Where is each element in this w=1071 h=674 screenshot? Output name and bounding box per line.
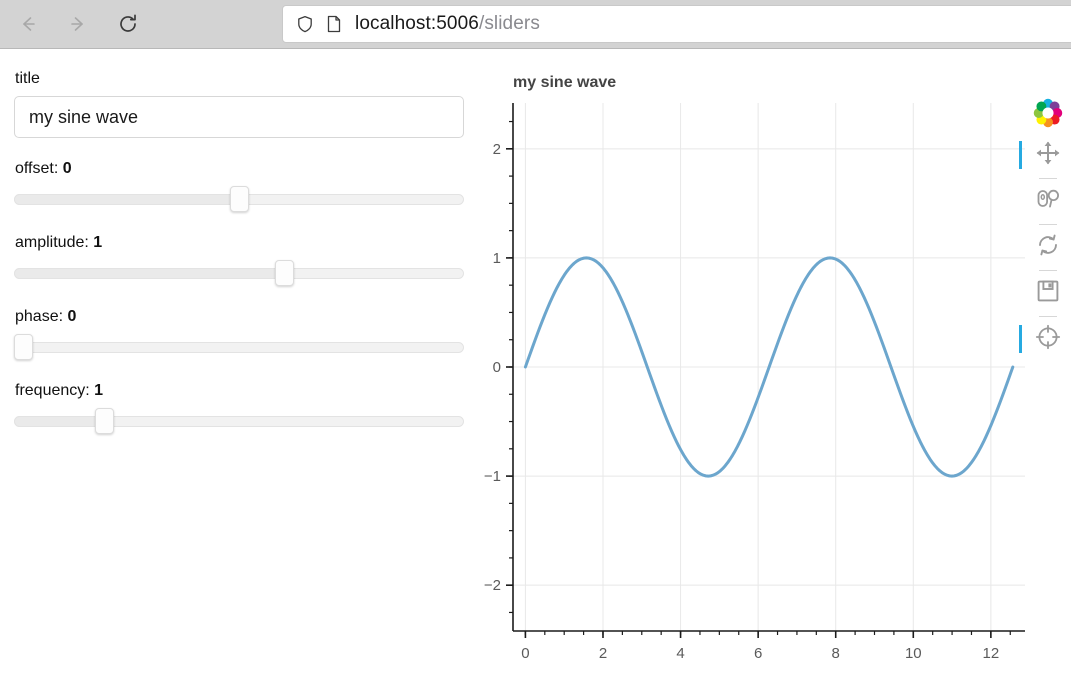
chart-panel: my sine wave 024681012210−1−2 xyxy=(466,49,1071,674)
slider-group-amplitude: amplitude: 1 xyxy=(14,233,466,286)
frequency-slider-label: frequency: 1 xyxy=(15,381,466,401)
slider-group-frequency: frequency: 1 xyxy=(14,381,466,434)
phase-slider-label: phase: 0 xyxy=(15,307,466,327)
phase-slider-track[interactable] xyxy=(14,342,464,353)
amplitude-slider-handle[interactable] xyxy=(275,260,294,286)
slider-group-phase: phase: 0 xyxy=(14,307,466,360)
crosshair-target-icon xyxy=(1035,324,1061,355)
phase-slider[interactable] xyxy=(14,334,464,360)
offset-slider-handle[interactable] xyxy=(230,186,249,212)
reset-tool[interactable] xyxy=(1033,232,1063,262)
shield-icon xyxy=(295,14,315,34)
url-text: localhost:5006/sliders xyxy=(355,13,540,35)
amplitude-slider-fill xyxy=(14,268,284,279)
frequency-slider-handle[interactable] xyxy=(95,408,114,434)
wheel-zoom-tool[interactable] xyxy=(1033,186,1063,216)
toolbar-separator xyxy=(1039,178,1057,179)
floppy-disk-save-icon xyxy=(1035,278,1061,309)
page-document-icon xyxy=(325,14,343,34)
arrow-right-icon xyxy=(67,13,89,35)
amplitude-slider-label: amplitude: 1 xyxy=(15,233,466,253)
svg-text:10: 10 xyxy=(905,645,922,662)
url-host: localhost:5006 xyxy=(355,13,479,34)
reset-circular-arrows-icon xyxy=(1035,232,1061,263)
svg-text:−1: −1 xyxy=(484,468,501,485)
offset-slider-value: 0 xyxy=(63,160,72,177)
title-field-label: title xyxy=(15,69,466,89)
controls-panel: title offset: 0 amplitude: 1 xyxy=(14,69,466,434)
svg-text:2: 2 xyxy=(599,645,607,662)
slider-group-offset: offset: 0 xyxy=(14,159,466,212)
svg-text:−2: −2 xyxy=(484,577,501,594)
bokeh-toolbar xyxy=(1026,94,1070,384)
toolbar-separator xyxy=(1039,270,1057,271)
frequency-slider-label-prefix: frequency: xyxy=(15,382,94,399)
amplitude-slider[interactable] xyxy=(14,260,464,286)
toolbar-separator xyxy=(1039,224,1057,225)
offset-slider[interactable] xyxy=(14,186,464,212)
wheel-zoom-icon xyxy=(1035,186,1061,217)
svg-text:2: 2 xyxy=(493,141,501,158)
svg-text:0: 0 xyxy=(521,645,529,662)
pan-tool[interactable] xyxy=(1033,140,1063,170)
title-input[interactable] xyxy=(14,96,464,138)
svg-text:0: 0 xyxy=(493,359,501,376)
svg-text:12: 12 xyxy=(983,645,1000,662)
hover-tool[interactable] xyxy=(1033,324,1063,354)
frequency-slider[interactable] xyxy=(14,408,464,434)
phase-slider-value: 0 xyxy=(67,308,76,325)
save-tool[interactable] xyxy=(1033,278,1063,308)
offset-slider-label-prefix: offset: xyxy=(15,160,63,177)
svg-text:6: 6 xyxy=(754,645,762,662)
offset-slider-label: offset: 0 xyxy=(15,159,466,179)
amplitude-slider-value: 1 xyxy=(93,234,102,251)
url-path: /sliders xyxy=(479,13,540,34)
svg-text:1: 1 xyxy=(493,250,501,267)
reload-icon xyxy=(116,12,140,36)
bokeh-logo-icon[interactable] xyxy=(1033,98,1063,128)
url-bar[interactable]: localhost:5006/sliders xyxy=(282,5,1071,43)
sine-wave-plot[interactable]: 024681012210−1−2 xyxy=(466,49,1071,674)
svg-text:8: 8 xyxy=(832,645,840,662)
reload-button[interactable] xyxy=(108,4,148,44)
arrow-left-icon xyxy=(17,13,39,35)
svg-text:4: 4 xyxy=(676,645,684,662)
phase-slider-label-prefix: phase: xyxy=(15,308,67,325)
back-button[interactable] xyxy=(8,4,48,44)
phase-slider-handle[interactable] xyxy=(14,334,33,360)
frequency-slider-value: 1 xyxy=(94,382,103,399)
toolbar-separator xyxy=(1039,316,1057,317)
frequency-slider-fill xyxy=(14,416,104,427)
offset-slider-fill xyxy=(14,194,239,205)
browser-toolbar: localhost:5006/sliders xyxy=(0,0,1071,49)
forward-button[interactable] xyxy=(58,4,98,44)
app-page: title offset: 0 amplitude: 1 xyxy=(0,49,1071,674)
amplitude-slider-label-prefix: amplitude: xyxy=(15,234,93,251)
move-arrows-icon xyxy=(1035,140,1061,171)
